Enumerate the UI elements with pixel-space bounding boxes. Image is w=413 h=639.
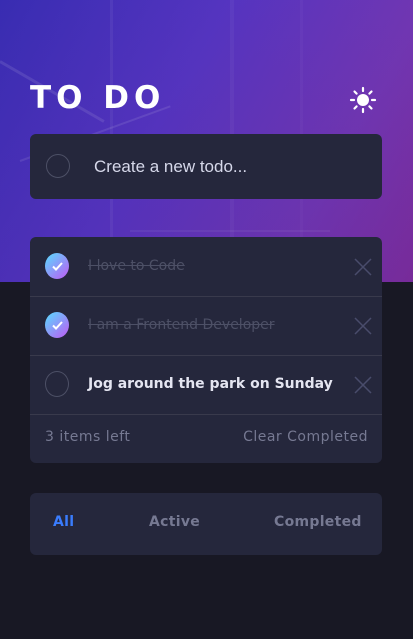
close-icon [354,258,372,276]
delete-todo-button[interactable] [354,258,372,276]
filter-completed-button[interactable]: Completed [274,514,362,530]
theme-toggle-button[interactable] [349,86,377,114]
todo-text: I love to Code [88,258,185,274]
delete-todo-button[interactable] [354,317,372,335]
todo-checkbox[interactable] [45,371,69,397]
delete-todo-button[interactable] [354,376,372,394]
sun-icon [349,86,377,114]
check-icon [52,321,63,330]
close-icon [354,376,372,394]
app-title: TO DO [30,80,166,116]
todo-checkbox-checked[interactable] [45,312,69,338]
todo-checkbox-checked[interactable] [45,253,69,279]
filter-bar: All Active Completed [30,493,382,555]
todo-text: Jog around the park on Sunday [88,376,333,392]
todo-item: I am a Frontend Developer [30,296,382,356]
todo-text: I am a Frontend Developer [88,317,275,333]
items-left-count: 3 items left [45,429,131,445]
todo-list: I love to Code I am a Frontend Developer… [30,237,382,463]
new-todo-form [30,134,382,199]
filter-active-button[interactable]: Active [149,514,200,530]
filter-all-button[interactable]: All [53,514,74,530]
new-todo-input[interactable] [94,154,364,180]
clear-completed-button[interactable]: Clear Completed [243,429,368,445]
todo-item: I love to Code [30,237,382,297]
check-icon [52,262,63,271]
list-footer: 3 items left Clear Completed [30,415,382,463]
new-todo-circle-icon [46,154,70,178]
close-icon [354,317,372,335]
todo-item: Jog around the park on Sunday [30,355,382,415]
